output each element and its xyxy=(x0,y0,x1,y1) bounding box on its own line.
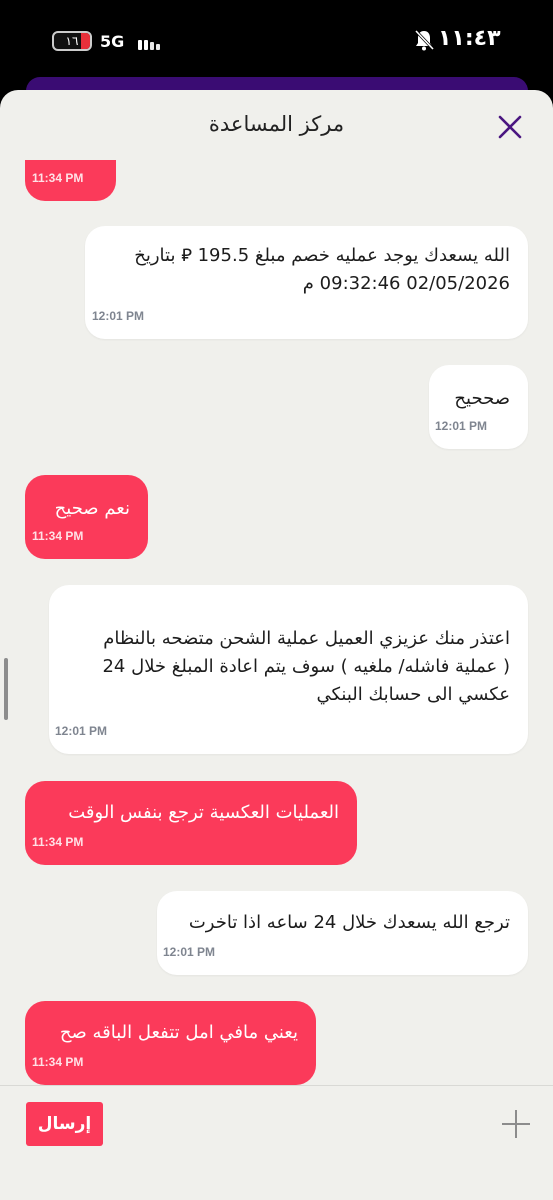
close-icon[interactable] xyxy=(497,114,523,140)
message-bubble-user: نعم صحيح 11:34 PM xyxy=(25,475,148,559)
message-text: صححيح xyxy=(454,388,510,409)
message-bubble-user: يعني مافي امل تتفعل الباقه صح 11:34 PM xyxy=(25,1001,316,1085)
status-time: ١١:٤٣ xyxy=(438,26,501,51)
network-type: 5G xyxy=(100,32,125,51)
battery-level: ١٦ xyxy=(65,34,79,48)
message-text: ترجع الله يسعدك خلال 24 ساعه اذا تاخرت xyxy=(188,912,510,933)
message-bubble-agent: ترجع الله يسعدك خلال 24 ساعه اذا تاخرت 1… xyxy=(157,891,528,975)
chat-messages[interactable]: 11:34 PM الله يسعدك يوجد عمليه خصم مبلغ … xyxy=(0,160,553,1085)
bell-off-icon xyxy=(414,29,434,51)
header: مركز المساعدة xyxy=(0,90,553,160)
message-bubble-agent: الله يسعدك يوجد عمليه خصم مبلغ 195.5 ⃁ ب… xyxy=(85,226,528,339)
message-text: العمليات العكسية ترجع بنفس الوقت xyxy=(68,802,339,823)
message-time: 12:01 PM xyxy=(163,945,216,959)
message-bubble-user: العمليات العكسية ترجع بنفس الوقت 11:34 P… xyxy=(25,781,357,865)
help-center-sheet: مركز المساعدة 11:34 PM الله يسعدك يوجد ع… xyxy=(0,90,553,1200)
message-text: يعني مافي امل تتفعل الباقه صح xyxy=(59,1022,298,1043)
battery-icon: ١٦ xyxy=(52,31,92,51)
message-text: نعم صحيح xyxy=(54,498,130,519)
send-button[interactable]: إرسال xyxy=(26,1102,103,1146)
status-bar: ١٦ 5G ١١:٤٣ xyxy=(0,0,553,80)
scrollbar[interactable] xyxy=(4,658,8,720)
message-bubble-user: 11:34 PM xyxy=(25,160,116,201)
message-text: الله يسعدك يوجد عمليه خصم مبلغ 195.5 ⃁ ب… xyxy=(134,245,510,294)
message-composer: إرسال xyxy=(0,1085,553,1200)
message-time: 11:34 PM xyxy=(32,835,84,849)
message-text: اعتذر منك عزيزي العميل عملية الشحن متضحه… xyxy=(102,628,510,705)
message-time: 12:01 PM xyxy=(435,419,488,433)
message-time: 12:01 PM xyxy=(55,724,108,738)
message-time: 11:34 PM xyxy=(32,529,84,543)
message-bubble-agent: صححيح 12:01 PM xyxy=(429,365,528,449)
message-bubble-agent: اعتذر منك عزيزي العميل عملية الشحن متضحه… xyxy=(49,585,528,754)
plus-icon[interactable] xyxy=(500,1108,532,1140)
message-time: 11:34 PM xyxy=(32,171,84,185)
message-time: 12:01 PM xyxy=(92,309,145,323)
signal-icon xyxy=(138,34,162,50)
message-time: 11:34 PM xyxy=(32,1055,84,1069)
page-title: مركز المساعدة xyxy=(208,112,345,136)
